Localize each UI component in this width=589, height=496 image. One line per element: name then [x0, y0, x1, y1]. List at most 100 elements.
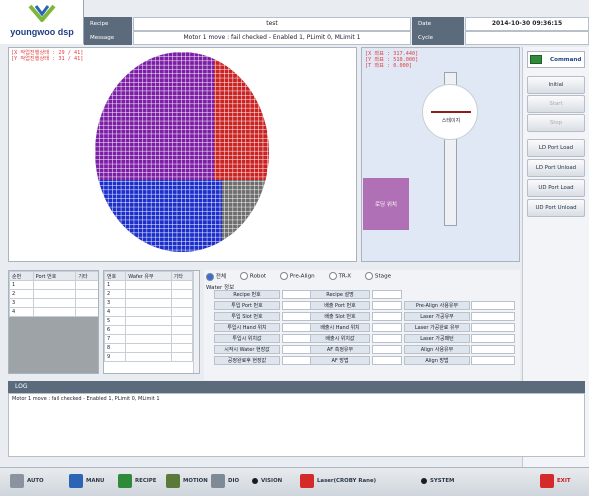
- logo-mark-icon: [28, 4, 56, 22]
- table-row[interactable]: 1: [9, 280, 98, 290]
- water-field-value[interactable]: [471, 356, 515, 365]
- water-field-label: Align 방법: [404, 356, 470, 365]
- water-field-value[interactable]: [282, 345, 312, 354]
- command-button-ld-port-load[interactable]: LD Port Load: [527, 139, 585, 157]
- table-row[interactable]: 8: [104, 343, 194, 353]
- port-col-etc: 기타: [75, 271, 98, 281]
- stage-t-coord: [T 좌표 : 0.000]: [365, 63, 413, 69]
- water-field-label: Laser 가공완료 유무: [404, 323, 470, 332]
- water-field-value[interactable]: [372, 323, 402, 332]
- water-field-value[interactable]: [372, 301, 402, 310]
- table-row[interactable]: 3: [104, 298, 194, 308]
- water-field-value[interactable]: [372, 356, 402, 365]
- gear-icon: [10, 474, 24, 488]
- bottom-menu-system[interactable]: SYSTEM: [421, 474, 454, 488]
- water-field-value[interactable]: [372, 312, 402, 321]
- bottom-menu-label: AUTO: [27, 478, 44, 484]
- water-field-label: AF 방법: [310, 356, 370, 365]
- bottom-menu-label: SYSTEM: [430, 478, 455, 484]
- motion-icon: [166, 474, 180, 488]
- command-button-ud-port-load[interactable]: UD Port Load: [527, 179, 585, 197]
- water-field-value[interactable]: [471, 323, 515, 332]
- tab-stage[interactable]: Stage: [365, 272, 391, 282]
- water-field-value[interactable]: [471, 345, 515, 354]
- table-row[interactable]: 6: [104, 325, 194, 335]
- bottom-menu-label: VISION: [261, 478, 283, 484]
- bottom-menu-laser-croby-rane[interactable]: Laser(CROBY Rane): [300, 474, 376, 488]
- bottom-menu-auto[interactable]: AUTO: [10, 474, 44, 488]
- water-field-value[interactable]: [282, 356, 312, 365]
- bottom-menu-vision[interactable]: VISION: [252, 474, 282, 488]
- bottom-menu-manu[interactable]: MANU: [69, 474, 104, 488]
- table-row[interactable]: 7: [104, 334, 194, 344]
- table-row[interactable]: 3: [9, 298, 98, 308]
- date-label: Date: [412, 17, 464, 31]
- water-field-label: Laser 가공유무: [404, 312, 470, 321]
- command-button-initial[interactable]: Initial: [527, 76, 585, 94]
- bottom-menu-exit[interactable]: EXIT: [540, 474, 571, 488]
- bottom-menu-recipe[interactable]: RECIPE: [118, 474, 156, 488]
- stage-label: 스테이지: [441, 118, 461, 124]
- tab-robot[interactable]: Robot: [240, 272, 266, 282]
- water-field-value[interactable]: [372, 345, 402, 354]
- power-icon: [540, 474, 554, 488]
- message-label: Message: [84, 31, 132, 45]
- water-field-value[interactable]: [471, 334, 515, 343]
- log-box[interactable]: Motor 1 move : fail checked - Enabled 1,…: [8, 393, 585, 457]
- tab-bar: 전체 Robot Pre-Align TR-X Stage: [206, 272, 466, 282]
- loading-position[interactable]: 로딩 위치: [363, 178, 409, 230]
- water-field-label: 투입 Slot 번호: [214, 312, 280, 321]
- water-field-value[interactable]: [282, 312, 312, 321]
- stage-chuck[interactable]: 스테이지: [422, 84, 478, 140]
- water-field-label: 배출시 위치값: [310, 334, 370, 343]
- port-col-no: 순번: [9, 271, 34, 281]
- water-field-label: 배출 Slot 번호: [310, 312, 370, 321]
- command-header: Command: [527, 51, 585, 68]
- bottom-menu-label: EXIT: [557, 478, 571, 484]
- water-field-label: Pre-Align 사용유무: [404, 301, 470, 310]
- table-row[interactable]: 2: [104, 289, 194, 299]
- log-title: LOG: [8, 381, 585, 393]
- command-icon: [530, 55, 542, 64]
- system-icon: [421, 478, 427, 484]
- water-field-value[interactable]: [372, 290, 402, 299]
- tab-tr-x[interactable]: TR-X: [328, 272, 351, 282]
- port-table: 순번 Port 번호 기타 1 2 3 4: [9, 271, 98, 317]
- wafer-map[interactable]: [95, 52, 270, 252]
- water-field-label: 투입 Port 번호: [214, 301, 280, 310]
- water-field-value[interactable]: [282, 290, 312, 299]
- bottom-menu-label: Laser(CROBY Rane): [317, 478, 377, 484]
- tab-pre-align[interactable]: Pre-Align: [280, 272, 315, 282]
- water-field-label: 투입시 Hand 위치: [214, 323, 280, 332]
- table-row[interactable]: 4: [104, 307, 194, 317]
- tab-all[interactable]: 전체: [206, 272, 226, 282]
- water-field-label: 투입시 위치값: [214, 334, 280, 343]
- wafer-table: 번호 Wafer 유무 기타 1 2 3 4 5 6 7 8 9: [104, 271, 194, 362]
- wafer-table-scrollbar[interactable]: [193, 271, 199, 373]
- table-row[interactable]: 5: [104, 316, 194, 326]
- port-col-port: Port 번호: [32, 271, 77, 281]
- table-row[interactable]: 4: [9, 307, 98, 317]
- table-row[interactable]: 2: [9, 289, 98, 299]
- stage-indicator: [431, 111, 471, 113]
- message-value: Motor 1 move : fail checked - Enabled 1,…: [133, 31, 411, 45]
- table-row[interactable]: 9: [104, 352, 194, 362]
- water-field-value[interactable]: [282, 301, 312, 310]
- command-button-ud-port-unload[interactable]: UD Port Unload: [527, 199, 585, 217]
- hand-icon: [69, 474, 83, 488]
- bottom-menu-label: DIO: [228, 478, 240, 484]
- cycle-label: Cycle: [412, 31, 464, 45]
- command-button-stop[interactable]: Stop: [527, 114, 585, 132]
- water-field-value[interactable]: [282, 334, 312, 343]
- water-field-value[interactable]: [471, 301, 515, 310]
- command-button-ld-port-unload[interactable]: LD Port Unload: [527, 159, 585, 177]
- water-field-value[interactable]: [282, 323, 312, 332]
- stage-panel: [X 좌표 : 317.440] [Y 좌표 : 510.000] [T 좌표 …: [361, 47, 520, 262]
- log-entry: Motor 1 move : fail checked - Enabled 1,…: [12, 396, 160, 402]
- water-field-value[interactable]: [372, 334, 402, 343]
- bottom-menu-motion[interactable]: MOTION: [166, 474, 208, 488]
- command-button-start[interactable]: Start: [527, 95, 585, 113]
- bottom-menu-dio[interactable]: DIO: [211, 474, 239, 488]
- water-field-value[interactable]: [471, 312, 515, 321]
- table-row[interactable]: 1: [104, 280, 194, 290]
